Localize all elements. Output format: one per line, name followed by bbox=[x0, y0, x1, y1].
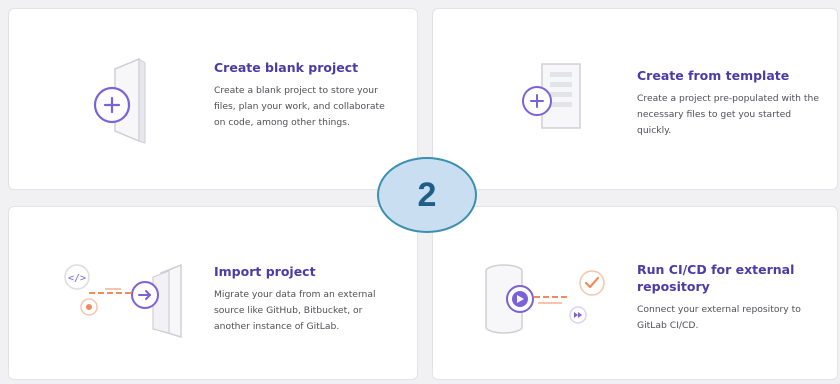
cicd-illustration bbox=[478, 247, 628, 347]
run-cicd-card[interactable]: Run CI/CD for external repository Connec… bbox=[432, 206, 838, 380]
card-title: Import project bbox=[214, 264, 316, 279]
card-title: Run CI/CD for external repository bbox=[637, 262, 795, 294]
import-project-illustration: </> bbox=[49, 245, 199, 345]
template-illustration bbox=[508, 54, 598, 144]
step-number-badge: 2 bbox=[377, 157, 477, 233]
create-blank-project-card[interactable]: Create blank project Create a blank proj… bbox=[8, 8, 418, 190]
plus-circle-icon bbox=[93, 86, 131, 124]
create-from-template-card[interactable]: Create from template Create a project pr… bbox=[432, 8, 838, 190]
check-icon bbox=[579, 270, 605, 296]
svg-text:</>: </> bbox=[68, 273, 86, 284]
card-description: Migrate your data from an external sourc… bbox=[214, 289, 376, 332]
card-title: Create blank project bbox=[214, 60, 359, 75]
card-title: Create from template bbox=[637, 68, 790, 83]
dot-icon bbox=[80, 298, 98, 316]
play-circle-icon bbox=[506, 285, 534, 313]
card-description: Create a project pre-populated with the … bbox=[637, 93, 819, 136]
plus-circle-icon bbox=[522, 86, 552, 116]
card-description: Create a blank project to store your fil… bbox=[214, 85, 385, 128]
fast-forward-icon bbox=[569, 306, 587, 324]
card-description: Connect your external repository to GitL… bbox=[637, 304, 801, 331]
code-icon: </> bbox=[64, 264, 90, 290]
blank-project-illustration bbox=[79, 45, 179, 155]
import-project-card[interactable]: </> Import project Migrate your data fro… bbox=[8, 206, 418, 380]
arrow-right-circle-icon bbox=[131, 281, 159, 309]
